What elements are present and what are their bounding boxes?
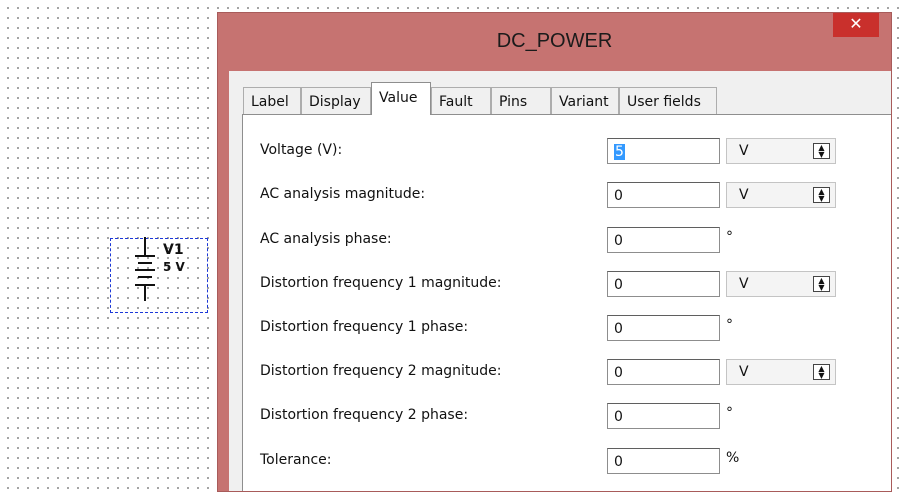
ac-magnitude-label: AC analysis magnitude:	[260, 186, 426, 202]
ac-phase-input[interactable]: 0	[607, 227, 720, 253]
voltage-input[interactable]: 5	[607, 138, 720, 164]
voltage-label: Voltage (V):	[260, 142, 343, 158]
distortion-f1-phase-row: Distortion frequency 1 phase: 0 °	[243, 315, 891, 345]
battery-plate-short	[138, 262, 152, 264]
distortion-f1-magnitude-unit-select[interactable]: V ▲ ▼	[726, 271, 836, 297]
component-wire-bottom	[144, 285, 146, 301]
voltage-unit-select[interactable]: V ▲ ▼	[726, 138, 836, 164]
value-tab-panel: Voltage (V): 5 V ▲ ▼ AC analysis magnitud…	[242, 114, 891, 491]
ac-magnitude-input[interactable]: 0	[607, 182, 720, 208]
tab-pins[interactable]: Pins	[491, 87, 551, 114]
spinner-updown-icon[interactable]: ▲ ▼	[813, 143, 830, 159]
tolerance-row: Tolerance: 0 %	[243, 448, 891, 478]
distortion-f2-phase-row: Distortion frequency 2 phase: 0 °	[243, 403, 891, 433]
tab-fault[interactable]: Fault	[431, 87, 491, 114]
distortion-f2-magnitude-unit: V	[739, 364, 749, 380]
ac-magnitude-unit: V	[739, 187, 749, 203]
distortion-f2-phase-input[interactable]: 0	[607, 403, 720, 429]
tab-value[interactable]: Value	[371, 82, 431, 115]
distortion-f2-phase-unit: °	[726, 405, 733, 421]
dc-power-component[interactable]: V1 5 V	[110, 237, 208, 313]
component-value-label: 5 V	[163, 260, 185, 274]
spinner-updown-icon[interactable]: ▲ ▼	[813, 276, 830, 292]
spinner-updown-icon[interactable]: ▲ ▼	[813, 187, 830, 203]
close-icon: ✕	[849, 14, 863, 33]
ac-magnitude-unit-select[interactable]: V ▲ ▼	[726, 182, 836, 208]
distortion-f1-phase-input[interactable]: 0	[607, 315, 720, 341]
ac-magnitude-row: AC analysis magnitude: 0 V ▲ ▼	[243, 182, 891, 212]
distortion-f1-phase-unit: °	[726, 317, 733, 333]
ac-phase-row: AC analysis phase: 0 °	[243, 227, 891, 257]
tab-variant[interactable]: Variant	[551, 87, 619, 114]
battery-plate-short	[138, 276, 152, 278]
component-wire-top	[144, 237, 146, 255]
distortion-f2-magnitude-unit-select[interactable]: V ▲ ▼	[726, 359, 836, 385]
battery-plate-long	[135, 269, 155, 271]
tolerance-unit: %	[726, 450, 740, 466]
voltage-value: 5	[614, 144, 625, 160]
distortion-f2-magnitude-input[interactable]: 0	[607, 359, 720, 385]
battery-plate-long	[135, 255, 155, 257]
distortion-f2-magnitude-label: Distortion frequency 2 magnitude:	[260, 363, 502, 379]
distortion-f2-magnitude-row: Distortion frequency 2 magnitude: 0 V ▲ ▼	[243, 359, 891, 389]
dc-power-dialog: DC_POWER ✕ Label Display Value Fault Pin…	[217, 12, 892, 492]
tolerance-input[interactable]: 0	[607, 448, 720, 474]
distortion-f1-magnitude-input[interactable]: 0	[607, 271, 720, 297]
voltage-unit: V	[739, 143, 749, 159]
voltage-row: Voltage (V): 5 V ▲ ▼	[243, 138, 891, 168]
tab-user-fields[interactable]: User fields	[619, 87, 717, 114]
dialog-titlebar[interactable]: DC_POWER ✕	[218, 13, 891, 71]
dialog-title: DC_POWER	[496, 30, 613, 52]
ac-phase-unit: °	[726, 229, 733, 245]
dialog-client-area: Label Display Value Fault Pins Variant U…	[229, 71, 891, 491]
close-button[interactable]: ✕	[833, 13, 879, 37]
spinner-updown-icon[interactable]: ▲ ▼	[813, 364, 830, 380]
tab-display[interactable]: Display	[301, 87, 371, 114]
tolerance-label: Tolerance:	[260, 452, 332, 468]
tab-label[interactable]: Label	[243, 87, 301, 114]
distortion-f1-magnitude-label: Distortion frequency 1 magnitude:	[260, 275, 502, 291]
distortion-f1-phase-label: Distortion frequency 1 phase:	[260, 319, 469, 335]
component-ref-label: V1	[163, 242, 184, 258]
distortion-f1-magnitude-row: Distortion frequency 1 magnitude: 0 V ▲ ▼	[243, 271, 891, 301]
distortion-f1-magnitude-unit: V	[739, 276, 749, 292]
ac-phase-label: AC analysis phase:	[260, 231, 392, 247]
distortion-f2-phase-label: Distortion frequency 2 phase:	[260, 407, 469, 423]
